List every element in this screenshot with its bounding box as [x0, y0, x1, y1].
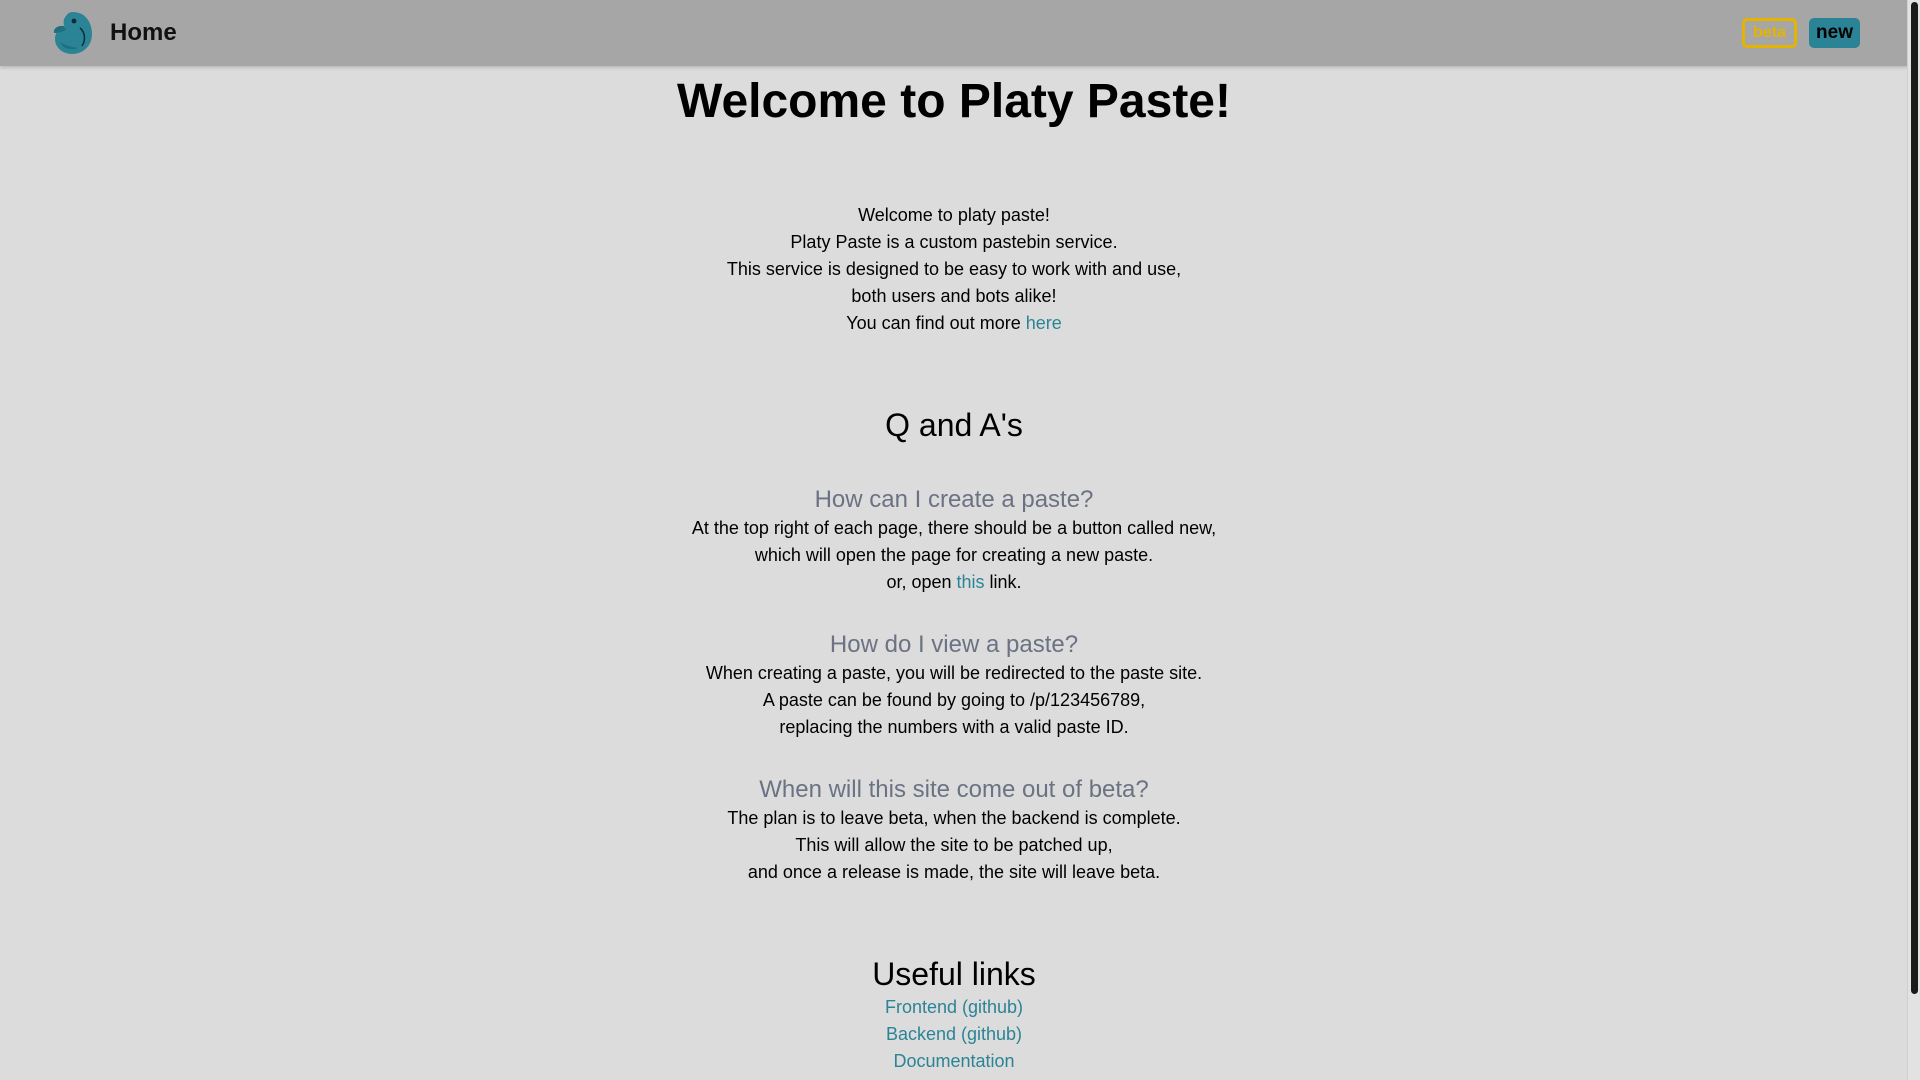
scrollbar-track[interactable] — [1907, 0, 1920, 1080]
intro-line: Welcome to platy paste! — [858, 205, 1050, 225]
intro-section: Welcome to platy paste! Platy Paste is a… — [0, 202, 1908, 337]
new-paste-link[interactable]: this — [957, 572, 985, 592]
useful-links-list: Frontend (github) Backend (github) Docum… — [0, 994, 1908, 1075]
question-title: How can I create a paste? — [814, 486, 1094, 513]
intro-text: You can find out more — [846, 313, 1026, 333]
qa-item: How can I create a paste? At the top rig… — [0, 485, 1908, 596]
answer-line: replacing the numbers with a valid paste… — [779, 717, 1129, 737]
intro-line: You can find out more here — [0, 310, 1908, 337]
answer-line: At the top right of each page, there sho… — [691, 518, 1217, 538]
new-paste-button[interactable]: new — [1809, 18, 1860, 48]
more-info-link[interactable]: here — [1026, 313, 1062, 333]
answer-line: A paste can be found by going to /p/1234… — [762, 690, 1146, 710]
documentation-link[interactable]: Documentation — [0, 1048, 1908, 1075]
answer-line: or, open this link. — [0, 569, 1908, 596]
answer-line: The plan is to leave beta, when the back… — [727, 808, 1181, 828]
answer-line: When creating a paste, you will be redir… — [705, 663, 1203, 683]
intro-line: both users and bots alike! — [851, 286, 1057, 306]
useful-links-heading: Useful links — [872, 956, 1036, 992]
question-title: When will this site come out of beta? — [759, 776, 1149, 803]
beta-button[interactable]: beta — [1742, 18, 1798, 48]
answer-line: and once a release is made, the site wil… — [747, 862, 1161, 882]
frontend-github-link[interactable]: Frontend (github) — [0, 994, 1908, 1021]
main-content: Welcome to Platy Paste! Welcome to platy… — [0, 66, 1908, 1075]
qa-item: When will this site come out of beta? Th… — [0, 775, 1908, 886]
qa-section: How can I create a paste? At the top rig… — [0, 485, 1908, 886]
navbar: Home beta new — [0, 0, 1908, 66]
page-title: Welcome to Platy Paste! — [677, 75, 1231, 128]
intro-line: This service is designed to be easy to w… — [726, 259, 1182, 279]
answer-text: or, open — [886, 572, 957, 592]
backend-github-link[interactable]: Backend (github) — [0, 1021, 1908, 1048]
nav-actions: beta new — [1742, 18, 1860, 48]
answer-text: link. — [984, 572, 1022, 592]
home-link[interactable]: Home — [110, 18, 177, 48]
question-title: How do I view a paste? — [829, 631, 1079, 658]
scrollbar-thumb[interactable] — [1911, 2, 1918, 994]
intro-line: Platy Paste is a custom pastebin service… — [790, 232, 1118, 252]
viewport: Home beta new Welcome to Platy Paste! We… — [0, 0, 1920, 1080]
qa-item: How do I view a paste? When creating a p… — [0, 630, 1908, 741]
answer-line: This will allow the site to be patched u… — [795, 835, 1113, 855]
qa-heading: Q and A's — [885, 407, 1023, 443]
answer-line: which will open the page for creating a … — [754, 545, 1154, 565]
platypus-logo-icon[interactable] — [52, 10, 94, 56]
